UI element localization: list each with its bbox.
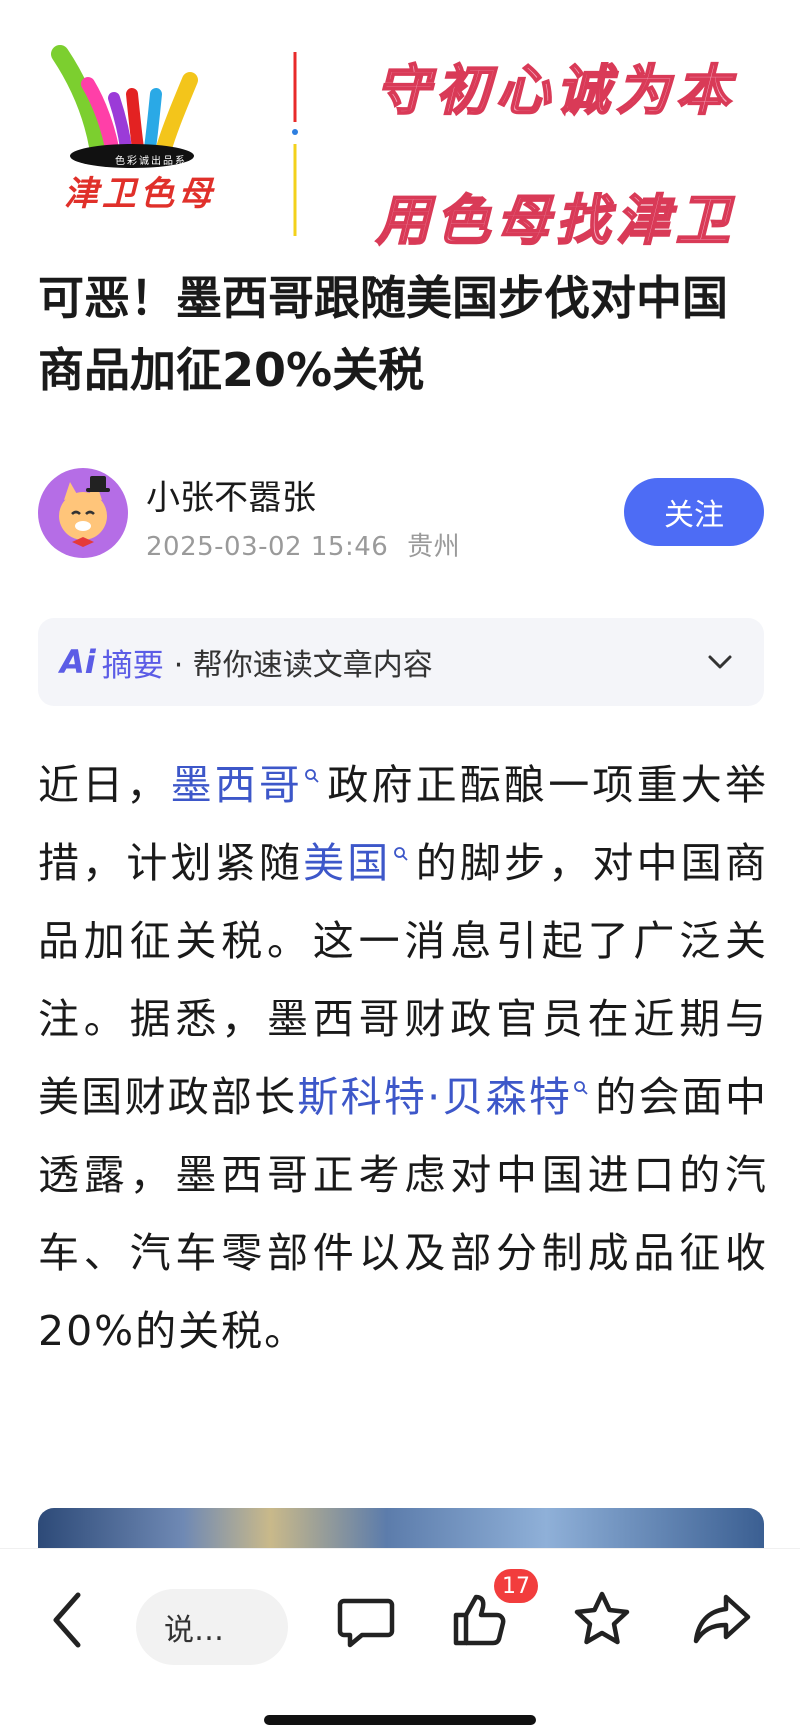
comment-icon[interactable] <box>334 1587 398 1651</box>
slogan-top: 守初心诚为本 <box>375 57 736 123</box>
star-icon[interactable] <box>570 1587 634 1651</box>
entity-link-mexico[interactable]: 墨西哥 <box>171 761 304 809</box>
entity-link-usa[interactable]: 美国 <box>303 839 391 887</box>
entity-link-bessent[interactable]: 斯科特·贝森特 <box>297 1073 572 1121</box>
slogan-bottom: 用色母找津卫 <box>375 187 736 253</box>
like-count-badge: 17 <box>494 1569 538 1603</box>
follow-button[interactable]: 关注 <box>624 478 764 546</box>
bottom-action-bar: 说… 17 <box>0 1548 800 1735</box>
article-headline: 可恶！墨西哥跟随美国步伐对中国商品加征20%关税 <box>38 271 728 397</box>
cat-avatar-icon <box>59 476 110 547</box>
ai-summary-title: 摘要 <box>101 647 164 684</box>
author-avatar[interactable] <box>38 468 128 558</box>
banner-divider <box>292 52 298 236</box>
publish-location: 贵州 <box>407 532 461 562</box>
home-indicator <box>264 1715 536 1725</box>
comment-input[interactable]: 说… <box>136 1589 288 1665</box>
logo-caption: 津卫色母 <box>64 174 216 214</box>
body-text: 近日， <box>38 761 171 809</box>
author-meta: 2025-03-02 15:46 贵州 <box>146 526 460 563</box>
search-icon[interactable] <box>393 846 409 862</box>
ai-logo-icon: Ai <box>60 643 96 681</box>
chevron-down-icon[interactable] <box>702 644 738 680</box>
ai-summary-description: · 帮你速读文章内容 <box>173 648 433 683</box>
ai-summary-bar[interactable]: Ai 摘要 · 帮你速读文章内容 <box>38 618 764 706</box>
article-body: 近日，墨西哥 政府正酝酿一项重大举措，计划紧随美国 的脚步，对中国商品加征关税。这一… <box>38 746 768 1370</box>
publish-time: 2025-03-02 15:46 <box>146 532 389 562</box>
search-icon[interactable] <box>304 768 320 784</box>
share-icon[interactable] <box>690 1587 754 1651</box>
promo-banner: 色彩诚出品系 津卫色母 守初心诚为本 用色母找津卫 <box>0 0 800 262</box>
search-icon[interactable] <box>573 1080 589 1096</box>
chevron-left-icon[interactable] <box>44 1585 94 1655</box>
author-name[interactable]: 小张不嚣张 <box>146 470 316 519</box>
logo-band-text: 色彩诚出品系 <box>115 156 187 167</box>
